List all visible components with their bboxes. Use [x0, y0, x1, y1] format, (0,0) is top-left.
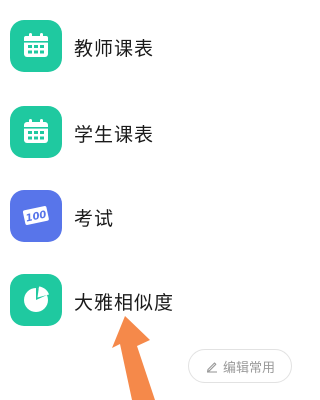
menu-item-label: 学生课表	[74, 124, 155, 146]
menu-item-label: 教师课表	[74, 38, 155, 60]
menu-item-label: 大雅相似度	[74, 292, 175, 314]
calendar-icon	[10, 106, 62, 158]
menu-item-label: 考试	[74, 208, 115, 230]
edit-favorites-button[interactable]: 编辑常用	[188, 349, 292, 383]
pie-chart-icon	[10, 274, 62, 326]
menu-item-exam[interactable]: 100 考试	[0, 190, 300, 250]
screen: 教师课表 学生课表 100 考试 大雅相似度 编辑常用	[0, 0, 300, 400]
menu-item-similarity[interactable]: 大雅相似度	[0, 274, 300, 334]
menu-item-student-schedule[interactable]: 学生课表	[0, 106, 300, 166]
menu-item-teacher-schedule[interactable]: 教师课表	[0, 20, 300, 80]
calendar-icon	[10, 20, 62, 72]
score-100-icon: 100	[10, 190, 62, 242]
pencil-icon	[205, 359, 219, 373]
edit-favorites-label: 编辑常用	[222, 360, 275, 376]
